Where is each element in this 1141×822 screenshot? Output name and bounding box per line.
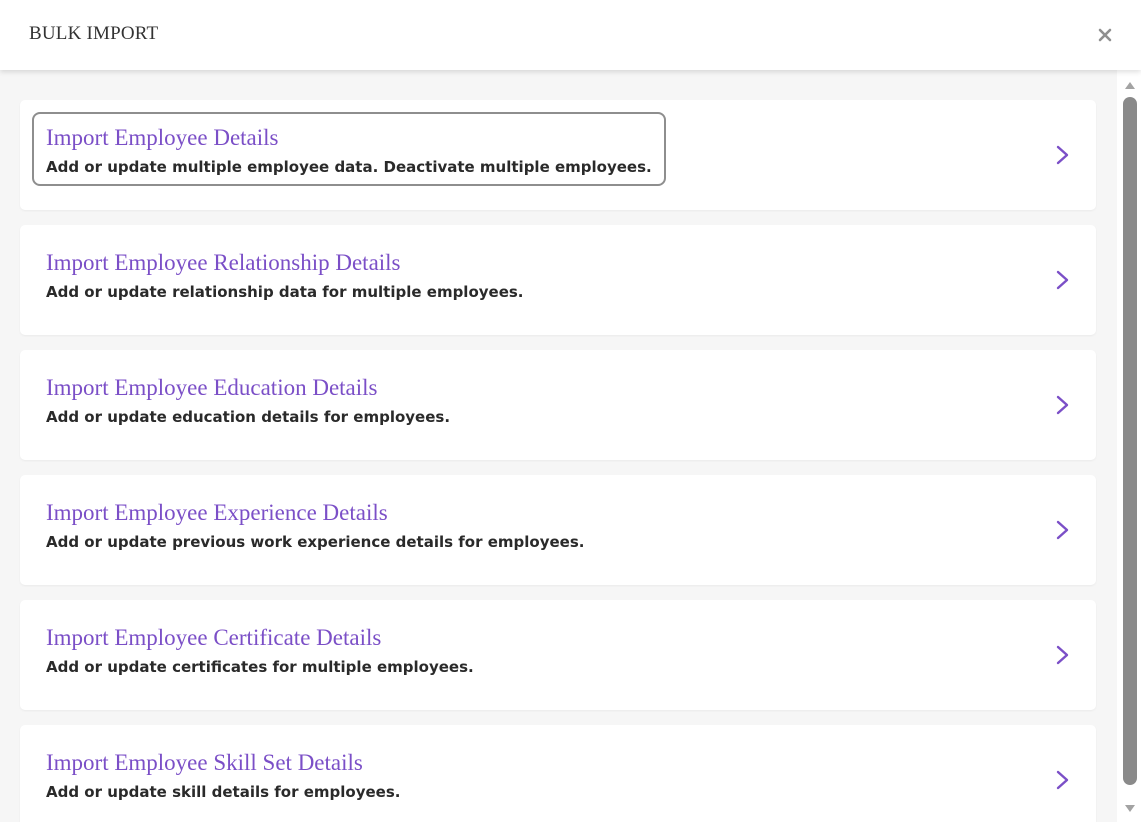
option-title: Import Employee Experience Details <box>46 500 388 525</box>
import-employee-details-option[interactable]: Import Employee Details Add or update mu… <box>20 100 1096 210</box>
option-description: Add or update certificates for multiple … <box>46 658 474 676</box>
chevron-right-icon <box>1056 770 1069 790</box>
vertical-scrollbar[interactable] <box>1117 70 1141 822</box>
dialog-title: BULK IMPORT <box>29 23 159 44</box>
import-skill-set-details-option[interactable]: Import Employee Skill Set Details Add or… <box>20 725 1096 822</box>
option-text: Import Employee Certificate Details Add … <box>32 612 488 686</box>
option-description: Add or update multiple employee data. De… <box>46 158 652 176</box>
option-title: Import Employee Skill Set Details <box>46 750 363 775</box>
option-description: Add or update previous work experience d… <box>46 533 585 551</box>
scroll-up-arrow-icon[interactable] <box>1124 80 1136 90</box>
dialog-header: BULK IMPORT <box>0 0 1141 70</box>
option-text: Import Employee Details Add or update mu… <box>32 112 666 186</box>
scrollbar-thumb[interactable] <box>1123 97 1137 785</box>
option-title: Import Employee Relationship Details <box>46 250 401 275</box>
chevron-right-icon <box>1056 145 1069 165</box>
import-relationship-details-option[interactable]: Import Employee Relationship Details Add… <box>20 225 1096 335</box>
chevron-right-icon <box>1056 645 1069 665</box>
scroll-down-arrow-icon[interactable] <box>1124 804 1136 814</box>
chevron-right-icon <box>1056 270 1069 290</box>
close-icon <box>1098 28 1112 42</box>
option-description: Add or update education details for empl… <box>46 408 451 426</box>
import-experience-details-option[interactable]: Import Employee Experience Details Add o… <box>20 475 1096 585</box>
chevron-right-icon <box>1056 395 1069 415</box>
option-text: Import Employee Skill Set Details Add or… <box>32 737 414 811</box>
dialog-body: Import Employee Details Add or update mu… <box>0 70 1141 822</box>
option-title: Import Employee Certificate Details <box>46 625 382 650</box>
bulk-import-dialog: BULK IMPORT Import Employee Details Add … <box>0 0 1141 822</box>
option-text: Import Employee Experience Details Add o… <box>32 487 598 561</box>
import-education-details-option[interactable]: Import Employee Education Details Add or… <box>20 350 1096 460</box>
option-text: Import Employee Education Details Add or… <box>32 362 464 436</box>
option-description: Add or update relationship data for mult… <box>46 283 524 301</box>
import-certificate-details-option[interactable]: Import Employee Certificate Details Add … <box>20 600 1096 710</box>
option-title: Import Employee Education Details <box>46 375 378 400</box>
option-text: Import Employee Relationship Details Add… <box>32 237 538 311</box>
chevron-right-icon <box>1056 520 1069 540</box>
close-button[interactable] <box>1093 23 1117 47</box>
option-title: Import Employee Details <box>46 125 279 150</box>
option-description: Add or update skill details for employee… <box>46 783 401 801</box>
